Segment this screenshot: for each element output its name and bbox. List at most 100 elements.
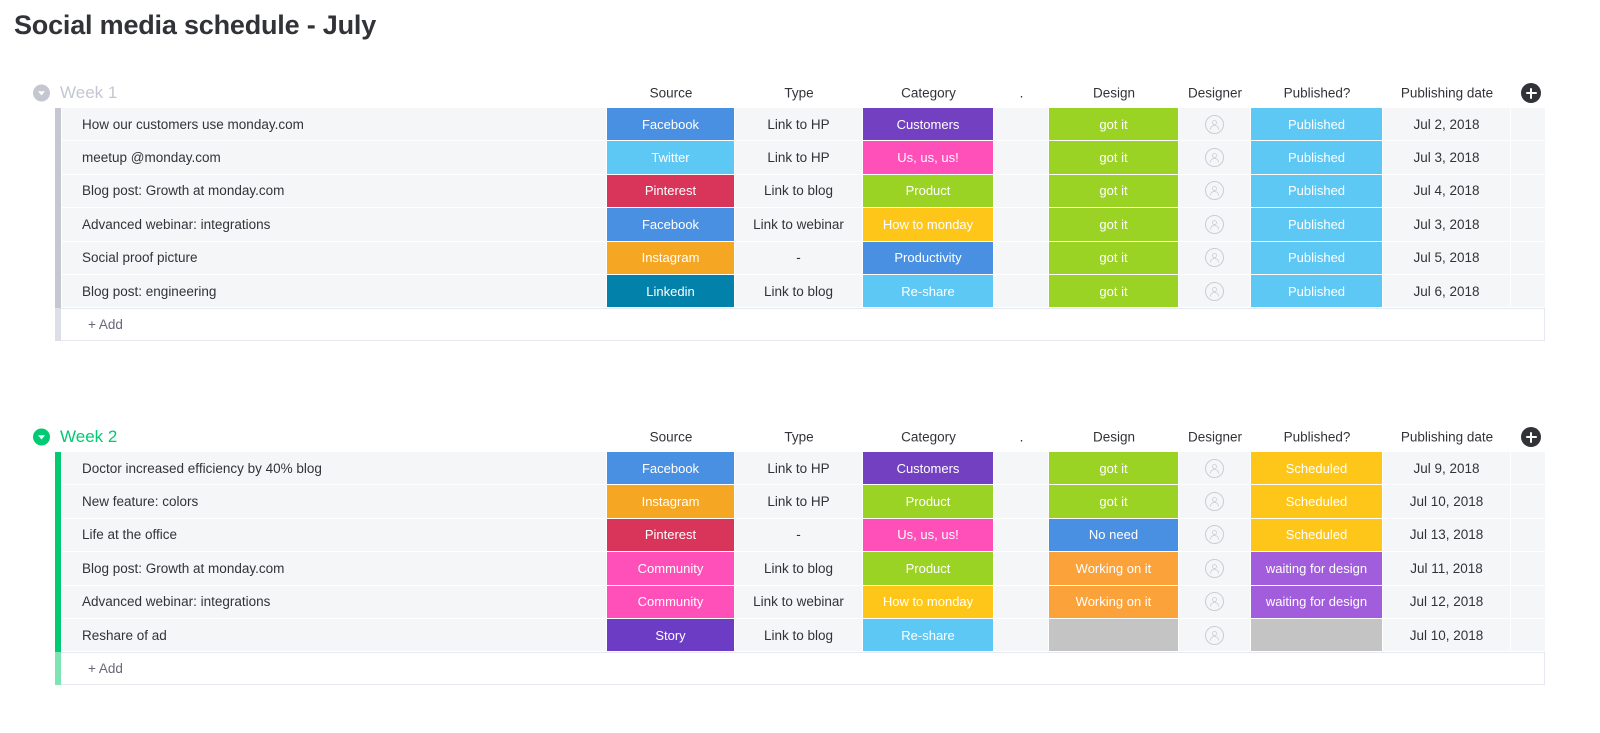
cell-type[interactable]: - — [735, 241, 863, 275]
table-row[interactable]: How our customers use monday.com Facebook… — [0, 108, 1600, 142]
row-name-cell[interactable]: How our customers use monday.com — [61, 108, 607, 142]
column-header-dot[interactable]: . — [994, 86, 1049, 101]
cell-date[interactable]: Jul 6, 2018 — [1383, 274, 1511, 309]
cell-type[interactable]: Link to HP — [735, 452, 863, 486]
table-row[interactable]: Social proof picture Instagram - Productivi… — [0, 241, 1600, 275]
cell-date[interactable]: Jul 4, 2018 — [1383, 174, 1511, 209]
cell-category[interactable]: Re-share — [863, 274, 994, 309]
cell-designer[interactable] — [1179, 108, 1251, 142]
column-header-type[interactable]: Type — [735, 430, 863, 445]
cell-source[interactable]: Pinterest — [607, 174, 735, 209]
cell-designer[interactable] — [1179, 552, 1251, 586]
cell-date[interactable]: Jul 5, 2018 — [1383, 241, 1511, 275]
cell-published[interactable]: waiting for design — [1251, 552, 1383, 586]
column-header-published[interactable]: Published? — [1251, 430, 1383, 445]
add-column-button[interactable] — [1521, 83, 1541, 103]
cell-date[interactable]: Jul 13, 2018 — [1383, 518, 1511, 553]
cell-published[interactable]: Scheduled — [1251, 518, 1383, 553]
cell-designer[interactable] — [1179, 452, 1251, 486]
cell-trailing[interactable] — [1511, 208, 1546, 242]
published-status-pill[interactable]: Published — [1251, 241, 1382, 274]
column-header-date[interactable]: Publishing date — [1383, 430, 1511, 445]
cell-date[interactable]: Jul 3, 2018 — [1383, 208, 1511, 242]
source-status-pill[interactable]: Facebook — [607, 208, 734, 241]
published-status-pill[interactable]: waiting for design — [1251, 585, 1382, 618]
cell-trailing[interactable] — [1511, 241, 1546, 275]
cell-type[interactable]: Link to blog — [735, 274, 863, 309]
design-status-pill[interactable]: got it — [1049, 485, 1178, 518]
chevron-down-icon[interactable] — [33, 84, 50, 102]
cell-dot[interactable] — [994, 174, 1049, 209]
column-header-published[interactable]: Published? — [1251, 86, 1383, 101]
cell-designer[interactable] — [1179, 518, 1251, 553]
row-name-cell[interactable]: Social proof picture — [61, 241, 607, 275]
design-status-pill[interactable]: Working on it — [1049, 585, 1178, 618]
cell-type[interactable]: - — [735, 518, 863, 553]
cell-design[interactable]: got it — [1049, 241, 1179, 275]
design-status-pill[interactable]: No need — [1049, 518, 1178, 552]
source-status-pill[interactable]: Community — [607, 552, 734, 585]
cell-design[interactable]: got it — [1049, 452, 1179, 486]
avatar[interactable] — [1205, 148, 1224, 168]
cell-dot[interactable] — [994, 241, 1049, 275]
table-row[interactable]: New feature: colors Instagram Link to HP Pr… — [0, 485, 1600, 519]
cell-type[interactable]: Link to blog — [735, 552, 863, 586]
cell-date[interactable]: Jul 3, 2018 — [1383, 141, 1511, 175]
cell-source[interactable]: Facebook — [607, 108, 735, 142]
published-status-pill[interactable]: Published — [1251, 108, 1382, 141]
cell-source[interactable]: Story — [607, 618, 735, 653]
add-row-week-2[interactable]: + Add — [0, 652, 1600, 686]
cell-dot[interactable] — [994, 274, 1049, 309]
cell-source[interactable]: Facebook — [607, 452, 735, 486]
published-status-pill[interactable]: Scheduled — [1251, 485, 1382, 518]
cell-source[interactable]: Pinterest — [607, 518, 735, 553]
avatar[interactable] — [1205, 592, 1224, 612]
cell-type[interactable]: Link to blog — [735, 618, 863, 653]
chevron-down-icon[interactable] — [33, 428, 50, 446]
cell-design[interactable]: got it — [1049, 174, 1179, 209]
add-item-button[interactable]: + Add — [61, 652, 1545, 686]
design-status-pill[interactable] — [1049, 618, 1178, 652]
cell-category[interactable]: Us, us, us! — [863, 518, 994, 553]
design-status-pill[interactable]: got it — [1049, 452, 1178, 485]
cell-design[interactable]: Working on it — [1049, 585, 1179, 619]
table-row[interactable]: Blog post: engineering Linkedin Link to bl… — [0, 274, 1600, 309]
table-row[interactable]: Life at the office Pinterest - Us, us, us! N… — [0, 518, 1600, 553]
cell-trailing[interactable] — [1511, 108, 1546, 142]
category-status-pill[interactable]: Product — [863, 485, 993, 518]
cell-trailing[interactable] — [1511, 452, 1546, 486]
column-header-designer[interactable]: Designer — [1179, 430, 1251, 445]
cell-designer[interactable] — [1179, 618, 1251, 653]
column-header-design[interactable]: Design — [1049, 86, 1179, 101]
design-status-pill[interactable]: got it — [1049, 274, 1178, 308]
row-name-cell[interactable]: Reshare of ad — [61, 618, 607, 653]
cell-trailing[interactable] — [1511, 585, 1546, 619]
cell-dot[interactable] — [994, 518, 1049, 553]
category-status-pill[interactable]: Re-share — [863, 274, 993, 308]
source-status-pill[interactable]: Pinterest — [607, 518, 734, 552]
cell-design[interactable]: got it — [1049, 274, 1179, 309]
cell-design[interactable]: got it — [1049, 141, 1179, 175]
category-status-pill[interactable]: Customers — [863, 108, 993, 141]
column-header-designer[interactable]: Designer — [1179, 86, 1251, 101]
add-row-week-1[interactable]: + Add — [0, 308, 1600, 342]
source-status-pill[interactable]: Instagram — [607, 485, 734, 518]
cell-designer[interactable] — [1179, 585, 1251, 619]
cell-source[interactable]: Instagram — [607, 241, 735, 275]
cell-category[interactable]: Re-share — [863, 618, 994, 653]
row-name-cell[interactable]: Blog post: engineering — [61, 274, 607, 309]
cell-published[interactable]: Scheduled — [1251, 485, 1383, 519]
cell-source[interactable]: Twitter — [607, 141, 735, 175]
design-status-pill[interactable]: got it — [1049, 141, 1178, 174]
table-row[interactable]: Doctor increased efficiency by 40% blog F… — [0, 452, 1600, 486]
published-status-pill[interactable]: waiting for design — [1251, 552, 1382, 585]
category-status-pill[interactable]: Product — [863, 174, 993, 208]
cell-designer[interactable] — [1179, 485, 1251, 519]
add-column-button[interactable] — [1521, 427, 1541, 447]
row-name-cell[interactable]: Blog post: Growth at monday.com — [61, 174, 607, 209]
source-status-pill[interactable]: Twitter — [607, 141, 734, 174]
group-title-week-1[interactable]: Week 1 — [60, 83, 117, 103]
cell-dot[interactable] — [994, 108, 1049, 142]
cell-published[interactable]: Published — [1251, 208, 1383, 242]
cell-category[interactable]: Productivity — [863, 241, 994, 275]
